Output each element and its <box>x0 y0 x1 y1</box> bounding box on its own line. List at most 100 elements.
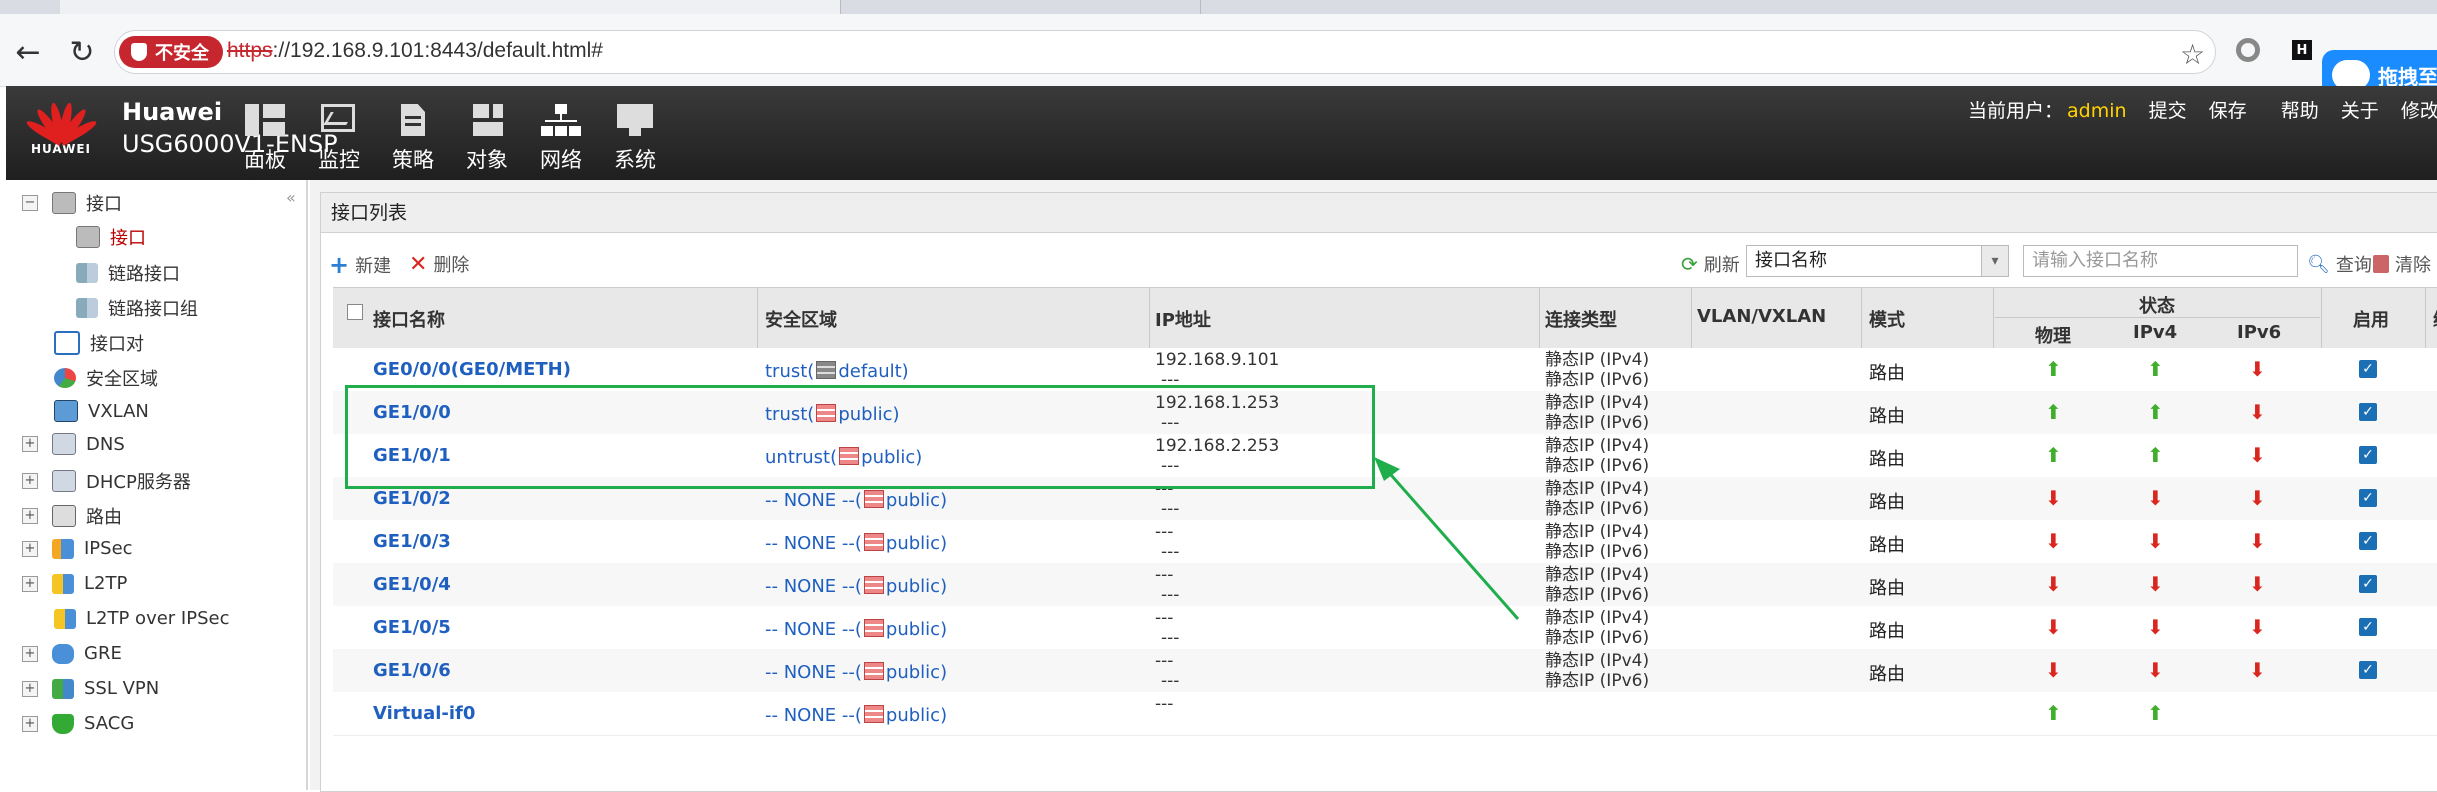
mode-cell: 路由 <box>1869 449 1905 470</box>
sidebar-item-security-zone[interactable]: 安全区域 <box>54 365 158 391</box>
table-row[interactable]: Virtual-if0 -- NONE --(public) --- ⬆ ⬆ <box>333 692 2437 736</box>
physical-status-down-arrow-icon: ⬇ <box>2045 658 2062 682</box>
security-zone-link[interactable]: -- NONE --(public) <box>765 705 947 726</box>
extension-h-icon[interactable]: H <box>2292 40 2312 60</box>
enable-checkbox[interactable]: ✓ <box>2359 618 2377 636</box>
sidebar-item-l2tp-over-ipsec[interactable]: L2TP over IPSec <box>54 608 229 629</box>
enable-checkbox[interactable]: ✓ <box>2359 661 2377 679</box>
physical-status-up-arrow-icon: ⬆ <box>2045 443 2062 467</box>
col-enable[interactable]: 启用 <box>2353 306 2389 332</box>
expand-toggle-icon[interactable]: + <box>22 436 38 452</box>
collapse-toggle-icon[interactable]: − <box>22 195 38 211</box>
delete-x-icon: ✕ <box>409 251 428 277</box>
new-button[interactable]: + 新建 <box>329 251 391 279</box>
security-zone-link[interactable]: -- NONE --(public) <box>765 619 947 640</box>
filter-field-select[interactable]: 接口名称 ▾ <box>1746 245 2009 277</box>
chevron-down-icon[interactable]: ▾ <box>1981 246 2008 276</box>
sidebar-item-link-interface[interactable]: 链路接口 <box>76 260 180 286</box>
enable-checkbox[interactable]: ✓ <box>2359 575 2377 593</box>
collapse-sidebar-icon[interactable]: « <box>286 188 296 207</box>
help-link[interactable]: 帮助 <box>2281 100 2319 122</box>
interface-name-link[interactable]: GE0/0/0(GE0/METH) <box>373 359 571 380</box>
expand-toggle-icon[interactable]: + <box>22 680 38 697</box>
virtual-system-icon <box>863 533 884 551</box>
enable-checkbox[interactable]: ✓ <box>2359 360 2377 378</box>
interface-name-link[interactable]: GE1/0/4 <box>373 574 451 595</box>
browser-tab[interactable] <box>840 0 1201 14</box>
security-zone-link[interactable]: -- NONE --(public) <box>765 576 947 597</box>
col-interface-name[interactable]: 接口名称 <box>373 306 445 332</box>
security-zone-link[interactable]: -- NONE --(public) <box>765 533 947 554</box>
delete-button[interactable]: ✕ 删除 <box>409 251 469 277</box>
expand-toggle-icon[interactable]: + <box>22 575 38 592</box>
security-zone-link[interactable]: -- NONE --(public) <box>765 490 947 511</box>
sidebar-item-ipsec[interactable]: + IPSec <box>22 538 133 559</box>
interface-icon <box>52 192 76 214</box>
bookmark-star-icon[interactable]: ☆ <box>2180 38 2205 71</box>
interface-name-link[interactable]: GE1/0/5 <box>373 617 451 638</box>
save-link[interactable]: 保存 <box>2209 100 2247 122</box>
col-edit[interactable]: 编 <box>2433 306 2437 332</box>
sidebar-item-interface-group[interactable]: − 接口 <box>22 190 122 216</box>
ipv6-status-down-arrow-icon: ⬇ <box>2249 400 2266 424</box>
col-connection-type[interactable]: 连接类型 <box>1545 306 1617 332</box>
sidebar-item-sacg[interactable]: + SACG <box>22 713 134 734</box>
col-mode[interactable]: 模式 <box>1869 306 1905 332</box>
col-ip-address[interactable]: IP地址 <box>1155 306 1211 332</box>
dhcp-server-icon <box>52 470 76 492</box>
interface-name-link[interactable]: GE1/0/2 <box>373 488 451 509</box>
l2tp-over-ipsec-icon <box>54 608 76 629</box>
back-icon[interactable]: ← <box>10 34 46 70</box>
sidebar-item-dns[interactable]: + DNS <box>22 433 125 455</box>
zone-name: -- NONE --( <box>765 490 862 511</box>
security-zone-link[interactable]: -- NONE --(public) <box>765 662 947 683</box>
interface-name-link[interactable]: GE1/0/6 <box>373 660 451 681</box>
select-all-checkbox[interactable] <box>347 304 363 320</box>
sidebar-item-interface[interactable]: 接口 <box>76 224 146 250</box>
expand-toggle-icon[interactable]: + <box>22 473 38 489</box>
ipv4-status-down-arrow-icon: ⬇ <box>2147 486 2164 510</box>
sidebar-item-dhcp-server[interactable]: + DHCP服务器 <box>22 468 191 494</box>
refresh-button[interactable]: ⟳ 刷新 <box>1681 251 1740 277</box>
query-button[interactable]: 🔍︎ 查询 <box>2307 251 2372 277</box>
col-security-zone[interactable]: 安全区域 <box>765 306 837 332</box>
expand-toggle-icon[interactable]: + <box>22 540 38 557</box>
table-row[interactable]: GE1/0/6 -- NONE --(public) --- --- 静态IP (IPv… <box>333 649 2437 693</box>
enable-checkbox[interactable]: ✓ <box>2359 446 2377 464</box>
sidebar-item-gre[interactable]: + GRE <box>22 643 122 664</box>
ip-address-cell: --- --- <box>1155 522 1179 562</box>
browser-tab[interactable] <box>0 0 61 14</box>
sidebar-item-routing[interactable]: + 路由 <box>22 503 122 529</box>
connection-type-ipv6: 静态IP (IPv6) <box>1545 542 1650 562</box>
about-link[interactable]: 关于 <box>2341 100 2379 122</box>
extension-circle-icon[interactable] <box>2236 38 2260 62</box>
reload-icon[interactable]: ↻ <box>64 34 100 70</box>
ssl-vpn-icon <box>52 678 74 699</box>
expand-toggle-icon[interactable]: + <box>22 645 38 662</box>
change-password-link[interactable]: 修改密码 <box>2401 100 2437 122</box>
address-bar[interactable]: 不安全 https://192.168.9.101:8443/default.h… <box>114 30 2216 74</box>
browser-tab[interactable] <box>60 0 841 14</box>
enable-checkbox[interactable]: ✓ <box>2359 403 2377 421</box>
physical-status-up-arrow-icon: ⬆ <box>2045 701 2062 725</box>
sidebar-item-ssl-vpn[interactable]: + SSL VPN <box>22 678 159 699</box>
search-input[interactable]: 请输入接口名称 <box>2023 245 2298 277</box>
interface-name-link[interactable]: GE1/0/3 <box>373 531 451 552</box>
security-zone-link[interactable]: trust(default) <box>765 361 909 382</box>
commit-link[interactable]: 提交 <box>2149 100 2187 122</box>
sidebar-item-link-interface-group[interactable]: 链路接口组 <box>76 295 198 321</box>
not-secure-badge[interactable]: 不安全 <box>119 36 223 68</box>
url-text[interactable]: https://192.168.9.101:8443/default.html# <box>227 39 603 63</box>
sidebar-item-interface-pair[interactable]: 接口对 <box>54 330 144 356</box>
sidebar-item-vxlan[interactable]: VXLAN <box>54 400 149 422</box>
col-vlan-vxlan[interactable]: VLAN/VXLAN <box>1697 306 1826 327</box>
menu-system[interactable]: 系统 <box>590 104 680 174</box>
huawei-logo: HUAWEI <box>24 96 99 156</box>
clear-button[interactable]: 清除 <box>2373 251 2431 277</box>
expand-toggle-icon[interactable]: + <box>22 508 38 524</box>
expand-toggle-icon[interactable]: + <box>22 715 38 732</box>
sidebar-item-l2tp[interactable]: + L2TP <box>22 573 127 594</box>
interface-name-link[interactable]: Virtual-if0 <box>373 703 475 724</box>
enable-checkbox[interactable]: ✓ <box>2359 489 2377 507</box>
enable-checkbox[interactable]: ✓ <box>2359 532 2377 550</box>
